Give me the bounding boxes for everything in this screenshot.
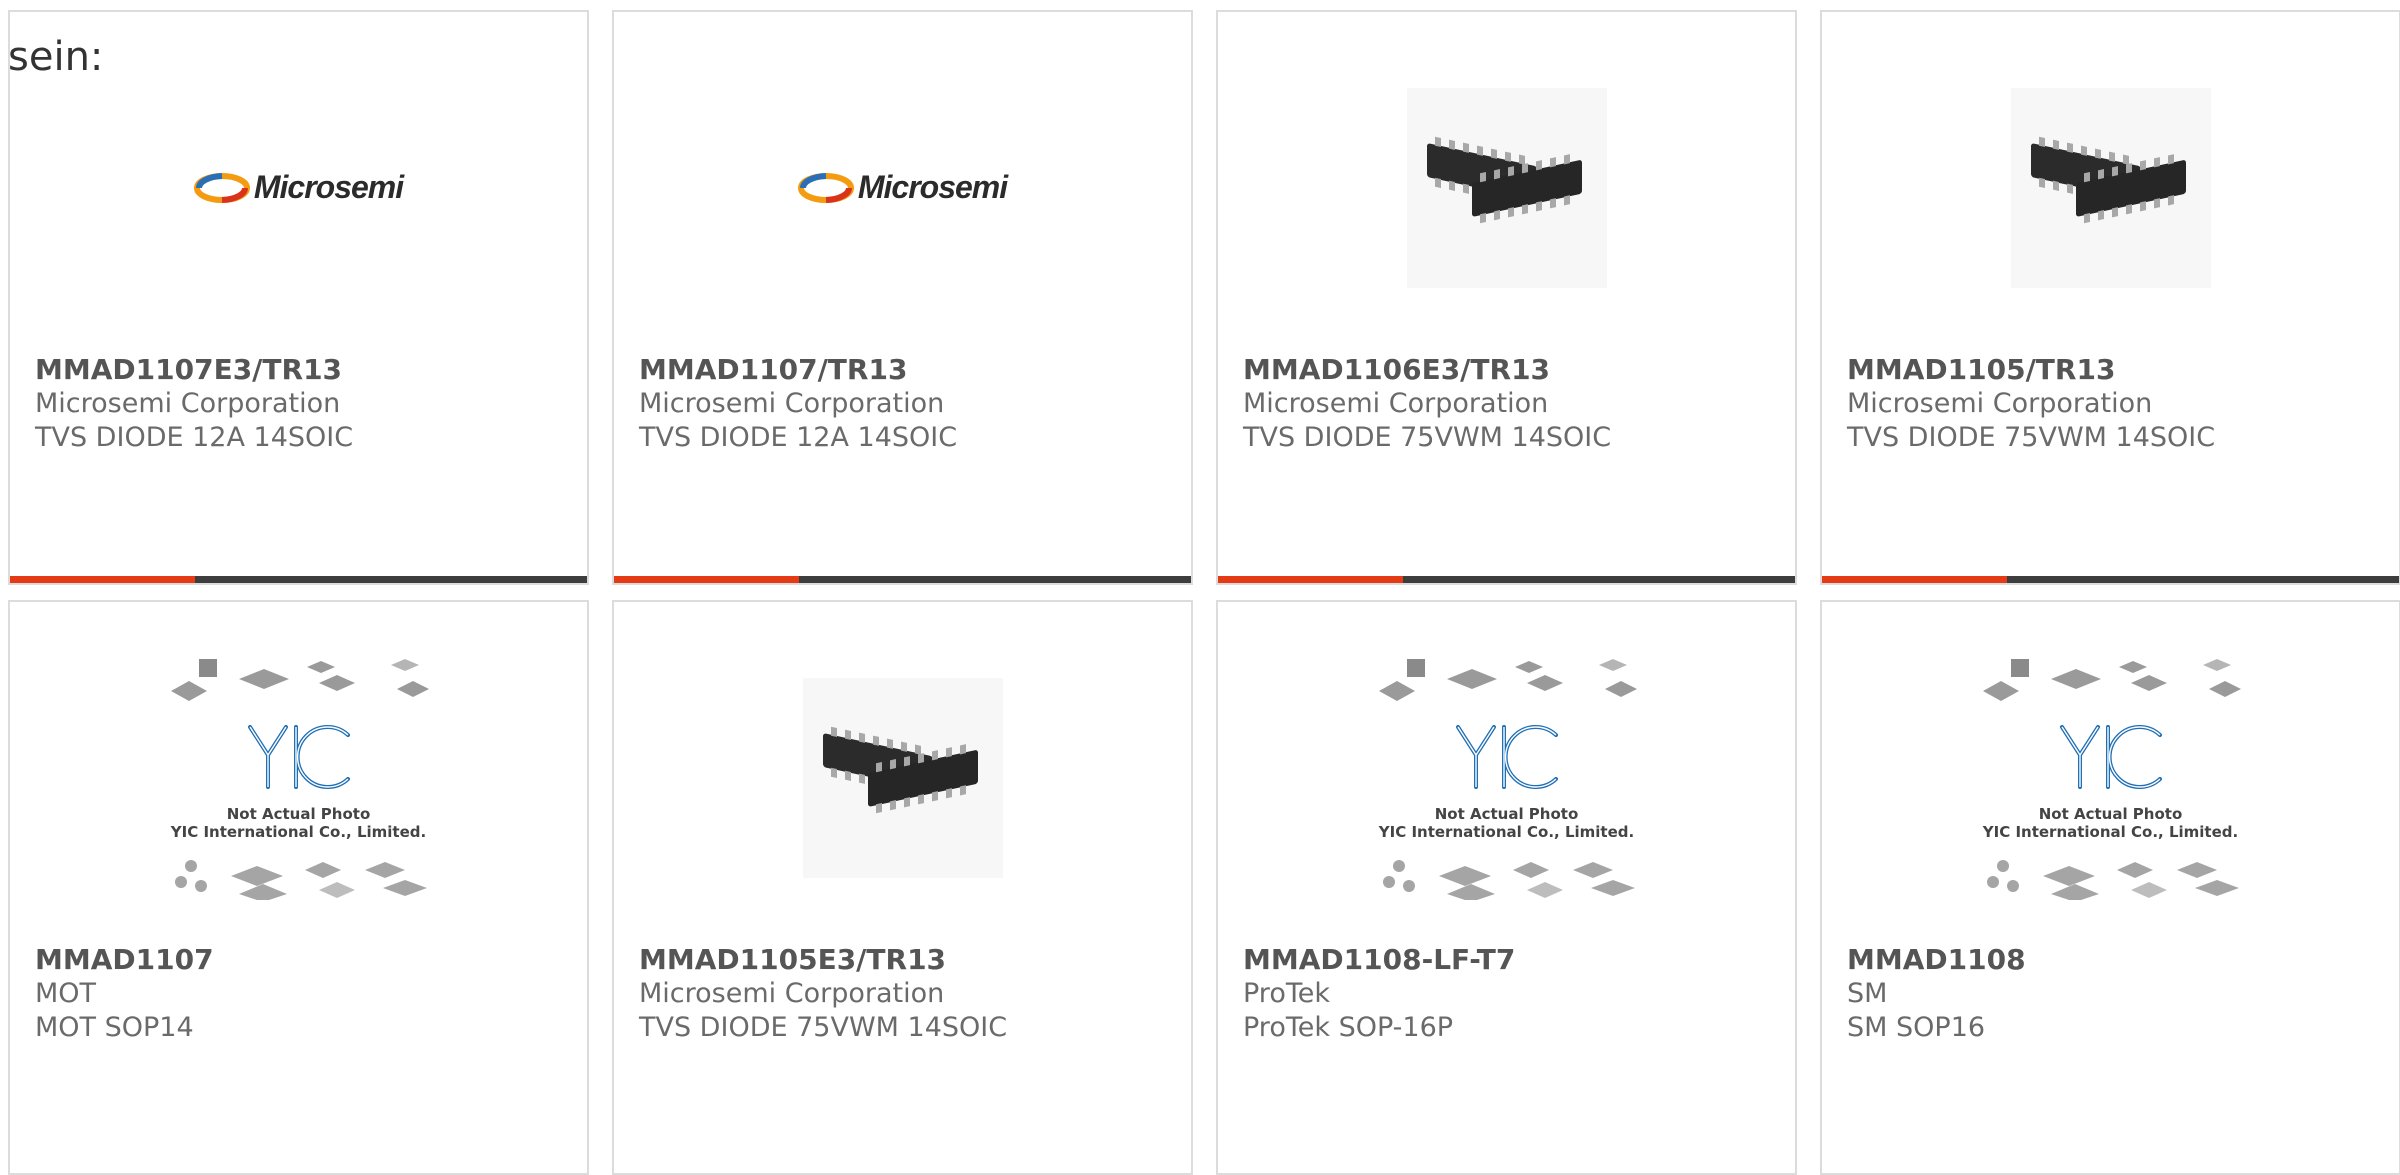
yic-logo	[2059, 725, 2162, 790]
soic-chip-photo	[1406, 87, 1607, 288]
product-card[interactable]: MMAD1105/TR13 Microsemi Corporation TVS …	[1820, 10, 2400, 585]
microsemi-logo-text: Microsemi	[857, 169, 1008, 205]
manufacturer: Microsemi Corporation	[639, 978, 945, 1009]
product-image: Microsemi	[10, 80, 587, 295]
microsemi-logo-text: Microsemi	[253, 169, 404, 205]
part-number[interactable]: MMAD1107/TR13	[639, 353, 1181, 387]
product-image	[1218, 80, 1795, 295]
card-bottom-bar	[10, 576, 587, 583]
description: SM SOP16	[1847, 1012, 1986, 1043]
product-card[interactable]: MMAD1105E3/TR13 Microsemi Corporation TV…	[612, 600, 1193, 1175]
product-image	[614, 670, 1191, 885]
manufacturer: Microsemi Corporation	[639, 388, 945, 419]
section-heading: sein:	[8, 34, 104, 80]
product-card[interactable]: Not Actual Photo YIC International Co., …	[1216, 600, 1797, 1175]
soic-chip-photo	[2010, 87, 2211, 288]
card-bottom-bar	[1822, 576, 2399, 583]
card-bottom-bar	[614, 576, 1191, 583]
product-image: Not Actual Photo YIC International Co., …	[1218, 659, 1795, 900]
part-number[interactable]: MMAD1108-LF-T7	[1243, 943, 1785, 977]
card-bottom-bar	[1218, 576, 1795, 583]
part-number[interactable]: MMAD1108	[1847, 943, 2389, 977]
manufacturer: ProTek	[1243, 978, 1330, 1009]
card-accent-bar	[614, 576, 799, 583]
description: TVS DIODE 12A 14SOIC	[639, 422, 958, 453]
microsemi-logo: Microsemi	[797, 169, 1008, 206]
product-image: Microsemi	[614, 80, 1191, 295]
description: TVS DIODE 75VWM 14SOIC	[1243, 422, 1612, 453]
manufacturer: MOT	[35, 978, 97, 1009]
yic-caption: Not Actual Photo YIC International Co., …	[1378, 804, 1635, 841]
part-number[interactable]: MMAD1107E3/TR13	[35, 353, 577, 387]
card-accent-bar	[1218, 576, 1403, 583]
product-card[interactable]: Not Actual Photo YIC International Co., …	[8, 600, 589, 1175]
manufacturer: Microsemi Corporation	[1243, 388, 1549, 419]
description: TVS DIODE 75VWM 14SOIC	[1847, 422, 2216, 453]
yic-logo	[1455, 725, 1558, 790]
card-accent-bar	[1822, 576, 2007, 583]
description: TVS DIODE 75VWM 14SOIC	[639, 1012, 1008, 1043]
manufacturer: Microsemi Corporation	[35, 388, 341, 419]
part-number[interactable]: MMAD1107	[35, 943, 577, 977]
product-image	[1822, 80, 2399, 295]
yic-logo	[247, 725, 350, 790]
product-image: Not Actual Photo YIC International Co., …	[1822, 659, 2399, 900]
soic-chip-photo	[802, 677, 1003, 878]
card-accent-bar	[10, 576, 195, 583]
description: TVS DIODE 12A 14SOIC	[35, 422, 354, 453]
description: MOT SOP14	[35, 1012, 194, 1043]
product-card[interactable]: MMAD1106E3/TR13 Microsemi Corporation TV…	[1216, 10, 1797, 585]
yic-placeholder-image: Not Actual Photo YIC International Co., …	[1372, 655, 1642, 900]
part-number[interactable]: MMAD1106E3/TR13	[1243, 353, 1785, 387]
description: ProTek SOP-16P	[1243, 1012, 1454, 1043]
manufacturer: SM	[1847, 978, 1888, 1009]
part-number[interactable]: MMAD1105E3/TR13	[639, 943, 1181, 977]
yic-placeholder-image: Not Actual Photo YIC International Co., …	[1976, 655, 2246, 900]
yic-caption: Not Actual Photo YIC International Co., …	[1982, 804, 2239, 841]
manufacturer: Microsemi Corporation	[1847, 388, 2153, 419]
yic-placeholder-image: Not Actual Photo YIC International Co., …	[164, 655, 434, 900]
product-card[interactable]: Microsemi MMAD1107/TR13 Microsemi Corpor…	[612, 10, 1193, 585]
microsemi-logo: Microsemi	[193, 169, 404, 206]
part-number[interactable]: MMAD1105/TR13	[1847, 353, 2389, 387]
product-image: Not Actual Photo YIC International Co., …	[10, 659, 587, 900]
product-card[interactable]: Not Actual Photo YIC International Co., …	[1820, 600, 2400, 1175]
yic-caption: Not Actual Photo YIC International Co., …	[170, 804, 427, 841]
product-card[interactable]: Microsemi MMAD1107E3/TR13 Microsemi Corp…	[8, 10, 589, 585]
